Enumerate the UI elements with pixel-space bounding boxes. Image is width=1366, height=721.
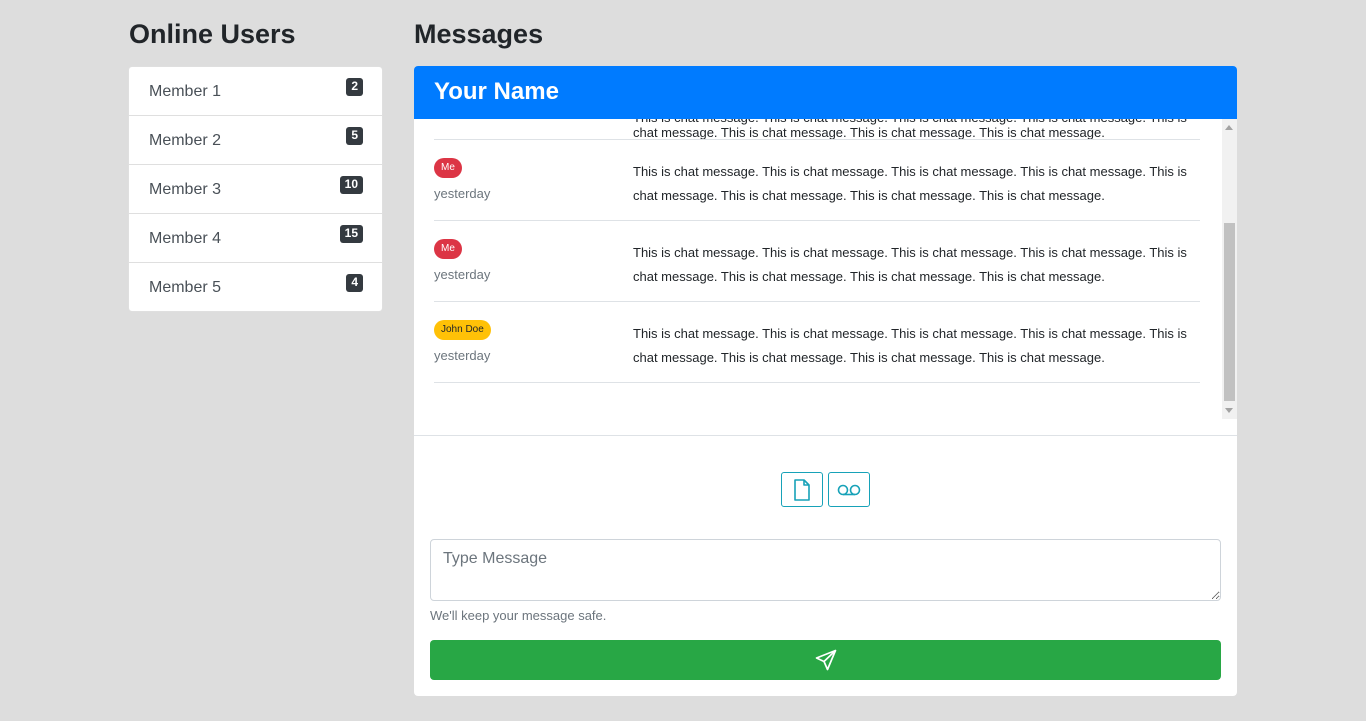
message-text: This is chat message. This is chat messa…: [633, 326, 1187, 365]
unread-count-badge: 10: [339, 176, 363, 194]
attach-file-button[interactable]: [781, 472, 823, 507]
member-name: Member 5: [149, 279, 222, 296]
scroll-down-arrow-icon[interactable]: [1225, 408, 1233, 413]
unread-count-badge: 5: [346, 127, 363, 145]
member-item[interactable]: Member 1 2: [129, 67, 382, 116]
member-name: Member 1: [149, 83, 222, 100]
message-text: This is chat message. This is chat messa…: [633, 245, 1187, 284]
member-name: Member 2: [149, 132, 222, 149]
member-item[interactable]: Member 2 5: [129, 116, 382, 165]
message-time: yesterday: [434, 267, 491, 282]
member-name: Member 4: [149, 230, 222, 247]
member-item[interactable]: Member 5 4: [129, 263, 382, 311]
composer-divider: [414, 435, 1237, 436]
message-row: Me yesterday This is chat message. This …: [434, 221, 1200, 302]
file-icon: [794, 478, 810, 501]
message-time: yesterday: [434, 348, 491, 363]
message-row: John Doe yesterday This is chat message.…: [434, 302, 1200, 383]
chat-card: Your Name This is chat message. This is …: [414, 66, 1237, 696]
unread-count-badge: 2: [346, 78, 363, 96]
scroll-up-arrow-icon[interactable]: [1225, 125, 1233, 130]
message-scrollbar[interactable]: [1222, 119, 1237, 419]
send-icon: [815, 649, 836, 671]
chat-header: Your Name: [414, 66, 1237, 119]
message-list-area[interactable]: This is chat message. This is chat messa…: [414, 119, 1237, 419]
messages-heading: Messages: [414, 19, 544, 49]
message-input[interactable]: [430, 539, 1221, 601]
partially-scrolled-text: This is chat message. This is chat messa…: [633, 119, 1187, 140]
sender-badge: John Doe: [434, 320, 491, 340]
scroll-thumb[interactable]: [1224, 223, 1235, 401]
member-item[interactable]: Member 3 10: [129, 165, 382, 214]
message-row: Me yesterday This is chat message. This …: [434, 140, 1200, 221]
message-list: This is chat message. This is chat messa…: [434, 119, 1200, 383]
message-text: This is chat message. This is chat messa…: [633, 164, 1187, 203]
voice-message-button[interactable]: [828, 472, 870, 507]
send-button[interactable]: [430, 640, 1221, 680]
voicemail-icon: [837, 484, 861, 495]
sender-badge: Me: [434, 158, 462, 178]
member-name: Member 3: [149, 181, 222, 198]
unread-count-badge: 15: [339, 225, 363, 243]
online-users-list: Member 1 2 Member 2 5 Member 3 10 Member…: [128, 66, 383, 312]
unread-count-badge: 4: [346, 274, 363, 292]
partially-scrolled-message: This is chat message. This is chat messa…: [434, 119, 1200, 140]
message-time: yesterday: [434, 186, 491, 201]
sender-badge: Me: [434, 239, 462, 259]
online-users-heading: Online Users: [129, 19, 296, 49]
message-help-text: We'll keep your message safe.: [430, 608, 607, 623]
member-item[interactable]: Member 4 15: [129, 214, 382, 263]
